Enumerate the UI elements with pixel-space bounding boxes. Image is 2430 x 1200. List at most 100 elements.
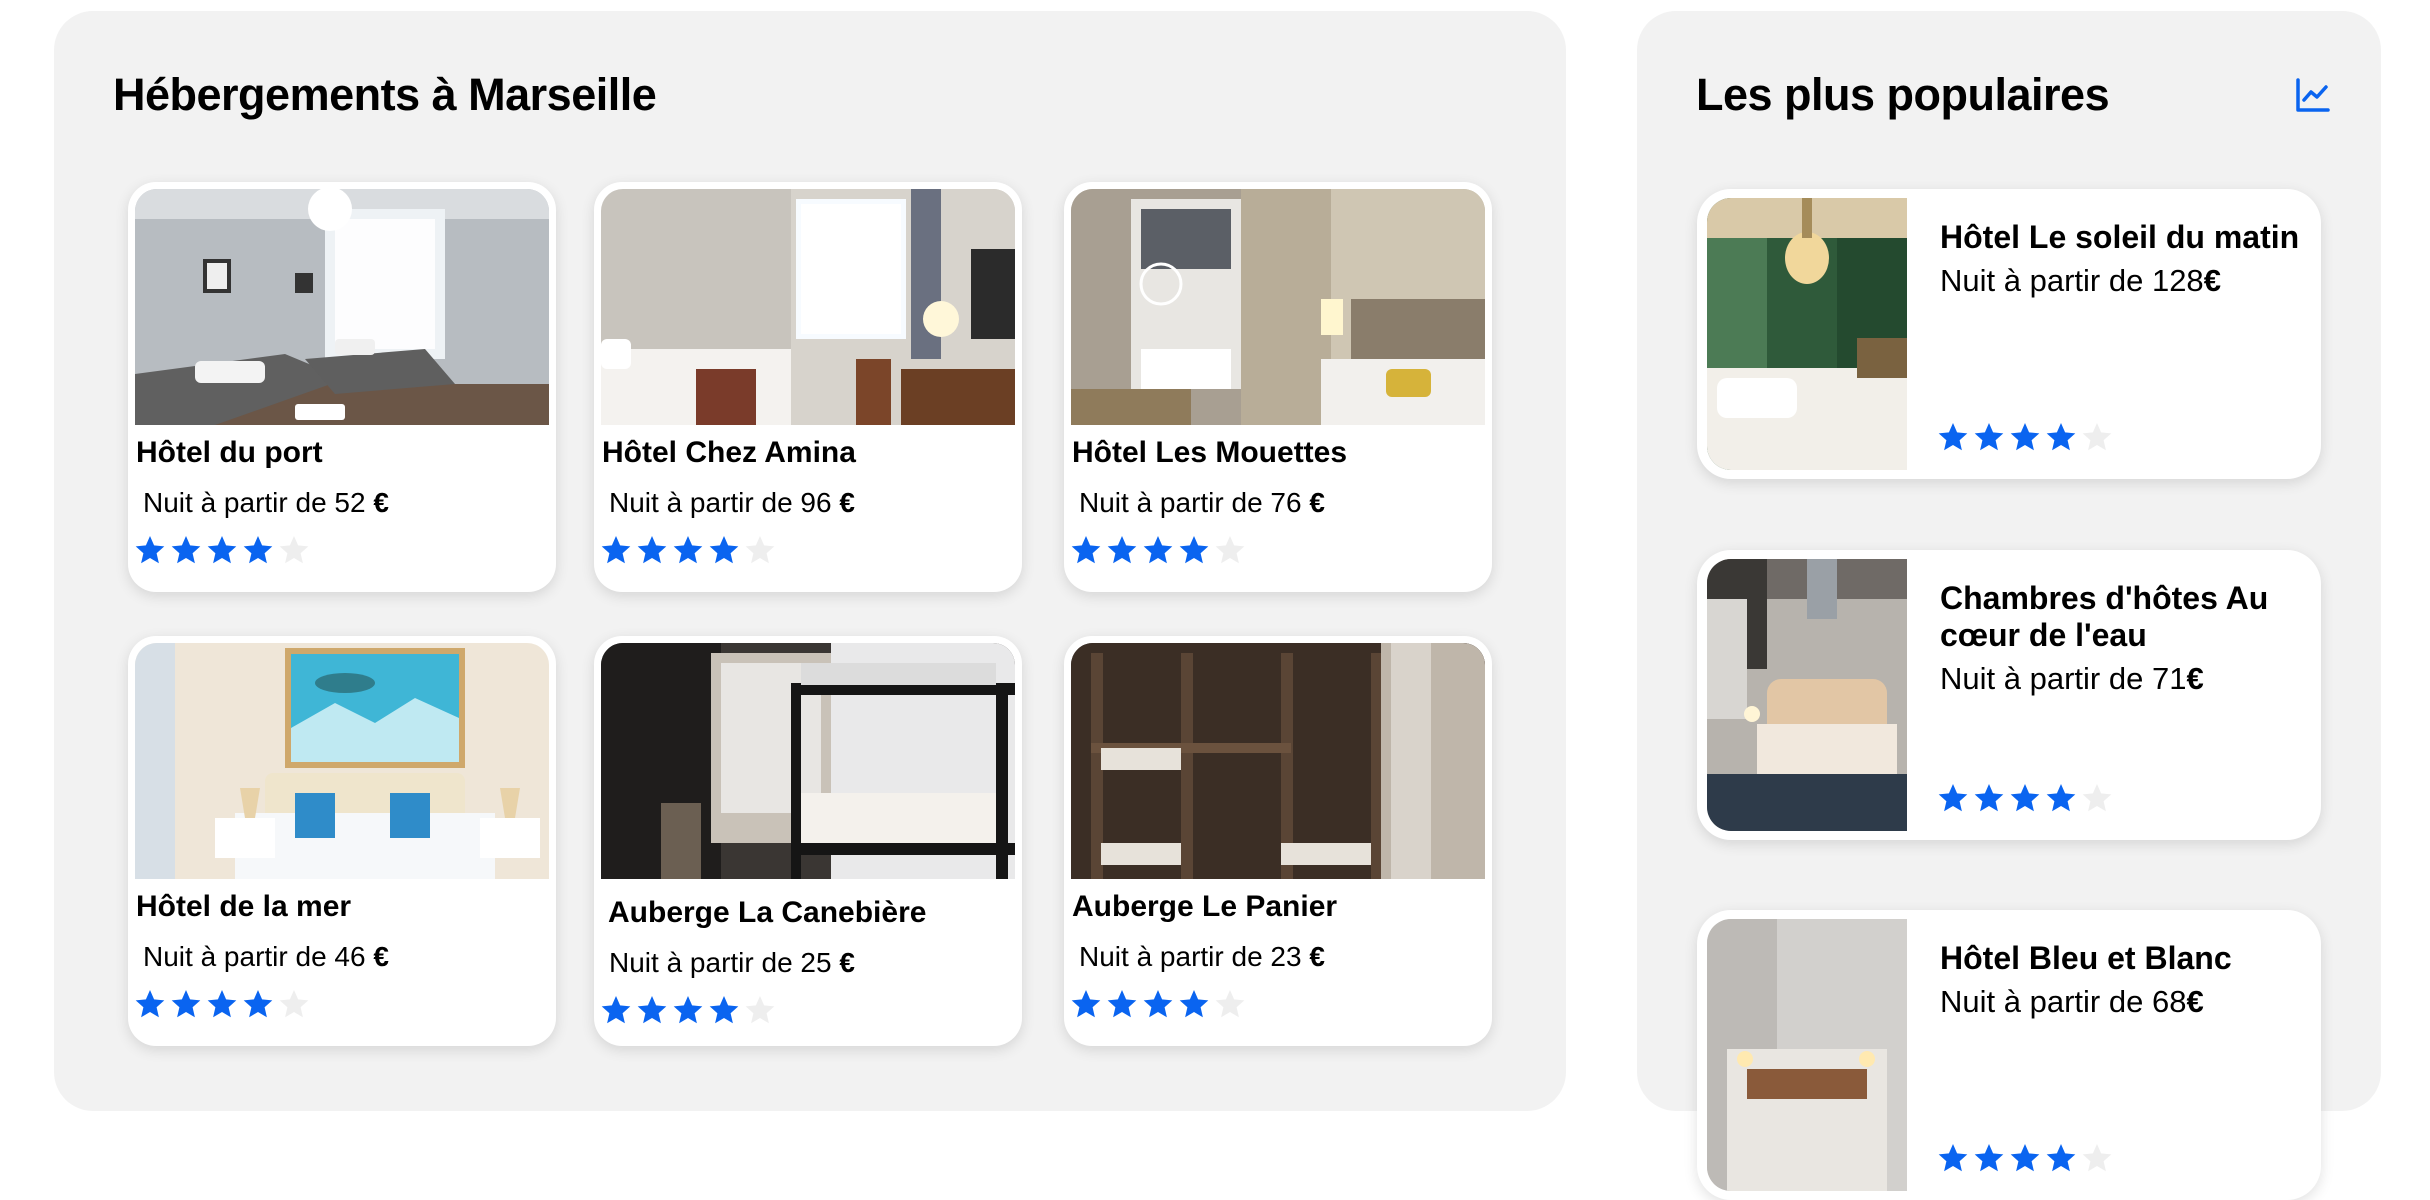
hotel-photo (135, 189, 549, 425)
price-value: 128 (2151, 263, 2204, 298)
hotel-name: Hôtel Chez Amina (602, 436, 856, 469)
hotel-price: Nuit à partir de 96 € (609, 487, 855, 519)
star-rating (1937, 1142, 2117, 1174)
star-rating (1070, 988, 1250, 1020)
hotel-card[interactable]: Hôtel de la mer Nuit à partir de 46 € (128, 636, 556, 1046)
currency: € (1309, 487, 1325, 518)
hotel-price: Nuit à partir de 46 € (143, 941, 389, 973)
star-filled-icon (1142, 988, 1178, 1020)
star-filled-icon (1106, 988, 1142, 1020)
star-filled-icon (1973, 421, 2009, 453)
hotel-price: Nuit à partir de 128€ (1940, 262, 2310, 299)
star-rating (134, 534, 314, 566)
star-filled-icon (1178, 534, 1214, 566)
hotel-photo (1707, 919, 1907, 1191)
star-rating (600, 994, 780, 1026)
star-rating (1070, 534, 1250, 566)
star-filled-icon (1973, 1142, 2009, 1174)
star-empty-icon (2081, 782, 2117, 814)
star-filled-icon (242, 988, 278, 1020)
star-empty-icon (1214, 534, 1250, 566)
star-filled-icon (1937, 1142, 1973, 1174)
star-empty-icon (2081, 1142, 2117, 1174)
price-prefix: Nuit à partir de (143, 487, 327, 518)
star-filled-icon (1142, 534, 1178, 566)
popular-hotel-card[interactable]: Chambres d'hôtes Au cœur de l'eau Nuit à… (1697, 550, 2321, 840)
hotel-name: Hôtel Bleu et Blanc (1940, 940, 2232, 976)
hotel-price: Nuit à partir de 52 € (143, 487, 389, 519)
star-filled-icon (1106, 534, 1142, 566)
trending-chart-icon[interactable] (2294, 76, 2332, 114)
star-rating (1937, 782, 2117, 814)
star-filled-icon (2045, 421, 2081, 453)
star-rating (1937, 421, 2117, 453)
hotel-name: Hôtel du port (136, 436, 323, 469)
popular-title: Les plus populaires (1696, 69, 2110, 120)
price-prefix: Nuit à partir de (1079, 487, 1263, 518)
popular-hotel-card[interactable]: Hôtel Le soleil du matin Nuit à partir d… (1697, 189, 2321, 479)
star-filled-icon (636, 534, 672, 566)
popular-hotel-name: Hôtel Le soleil du matin Nuit à partir d… (1940, 219, 2310, 299)
currency: € (2203, 263, 2221, 298)
price-prefix: Nuit à partir de (1940, 263, 2144, 298)
star-filled-icon (1937, 421, 1973, 453)
star-empty-icon (278, 988, 314, 1020)
star-filled-icon (600, 994, 636, 1026)
price-value: 23 (1270, 941, 1302, 972)
hotel-photo (1707, 559, 1907, 831)
currency: € (1309, 941, 1325, 972)
star-filled-icon (600, 534, 636, 566)
star-filled-icon (672, 994, 708, 1026)
currency: € (839, 487, 855, 518)
popular-hotel-name: Chambres d'hôtes Au cœur de l'eau Nuit à… (1940, 580, 2310, 697)
star-filled-icon (134, 988, 170, 1020)
hotel-card[interactable]: Hôtel du port Nuit à partir de 52 € (128, 182, 556, 592)
star-filled-icon (636, 994, 672, 1026)
hotel-name: Hôtel Le soleil du matin (1940, 219, 2300, 255)
hotel-name: Auberge Le Panier (1072, 890, 1338, 923)
star-empty-icon (2081, 421, 2117, 453)
price-value: 96 (800, 487, 832, 518)
price-value: 46 (334, 941, 366, 972)
star-filled-icon (206, 534, 242, 566)
price-prefix: Nuit à partir de (1079, 941, 1263, 972)
currency: € (2186, 661, 2204, 696)
star-filled-icon (708, 534, 744, 566)
price-value: 25 (800, 947, 832, 978)
popular-hotel-card[interactable]: Hôtel Bleu et Blanc Nuit à partir de 68€ (1697, 910, 2321, 1200)
star-filled-icon (134, 534, 170, 566)
price-prefix: Nuit à partir de (609, 947, 793, 978)
hotel-name: Auberge La Canebière (608, 896, 927, 929)
star-rating (134, 988, 314, 1020)
hotel-card[interactable]: Auberge La Canebière Nuit à partir de 25… (594, 636, 1022, 1046)
hotel-price: Nuit à partir de 71€ (1940, 660, 2310, 697)
hotel-card[interactable]: Hôtel Chez Amina Nuit à partir de 96 € (594, 182, 1022, 592)
star-filled-icon (2009, 421, 2045, 453)
star-filled-icon (708, 994, 744, 1026)
price-prefix: Nuit à partir de (143, 941, 327, 972)
hotel-photo (135, 643, 549, 879)
hotel-price: Nuit à partir de 68€ (1940, 983, 2310, 1020)
star-filled-icon (170, 534, 206, 566)
hotel-name: Hôtel Les Mouettes (1072, 436, 1348, 469)
hotel-card[interactable]: Auberge Le Panier Nuit à partir de 23 € (1064, 636, 1492, 1046)
star-filled-icon (2045, 1142, 2081, 1174)
price-value: 52 (334, 487, 366, 518)
hotel-name: Hôtel de la mer (136, 890, 352, 923)
star-filled-icon (2009, 1142, 2045, 1174)
hotel-card[interactable]: Hôtel Les Mouettes Nuit à partir de 76 € (1064, 182, 1492, 592)
star-filled-icon (1070, 988, 1106, 1020)
star-filled-icon (1070, 534, 1106, 566)
popular-hotel-name: Hôtel Bleu et Blanc Nuit à partir de 68€ (1940, 940, 2310, 1020)
hotel-photo (601, 643, 1015, 879)
star-filled-icon (1937, 782, 1973, 814)
currency: € (373, 487, 389, 518)
hotel-price: Nuit à partir de 23 € (1079, 941, 1325, 973)
hotel-photo (1071, 189, 1485, 425)
price-value: 76 (1270, 487, 1302, 518)
hotel-price: Nuit à partir de 76 € (1079, 487, 1325, 519)
hotel-photo (1071, 643, 1485, 879)
price-prefix: Nuit à partir de (609, 487, 793, 518)
star-filled-icon (242, 534, 278, 566)
star-filled-icon (206, 988, 242, 1020)
